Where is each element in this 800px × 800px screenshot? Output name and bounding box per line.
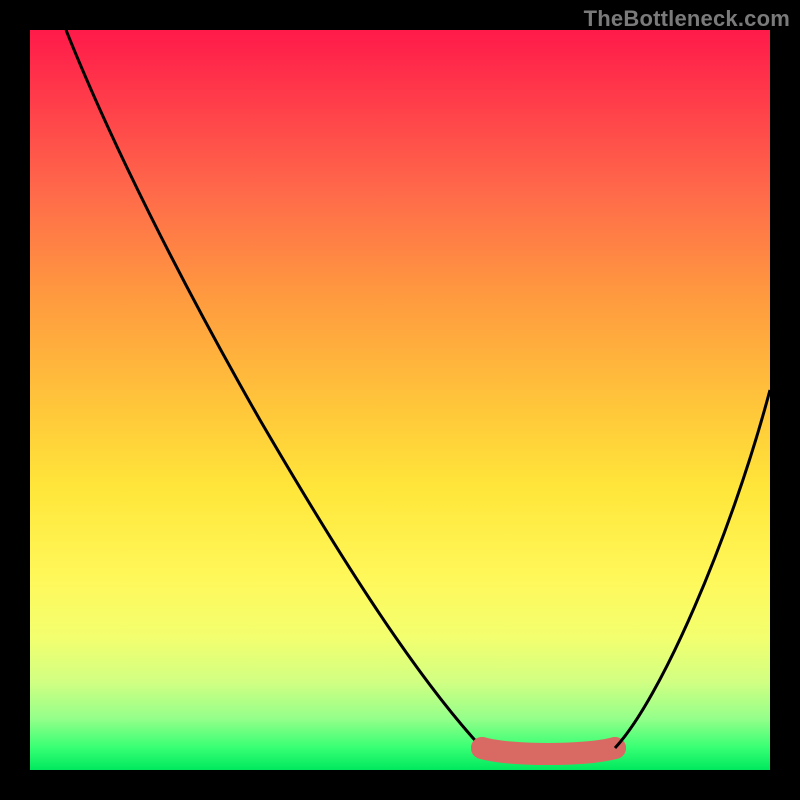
optimal-region-blob — [482, 748, 615, 754]
blob-end-left — [471, 737, 493, 759]
blob-end-right — [604, 737, 626, 759]
curve-left — [66, 30, 482, 748]
chart-svg — [30, 30, 770, 770]
watermark: TheBottleneck.com — [584, 6, 790, 32]
curve-right — [615, 390, 770, 748]
plot-area — [30, 30, 770, 770]
frame: TheBottleneck.com — [0, 0, 800, 800]
